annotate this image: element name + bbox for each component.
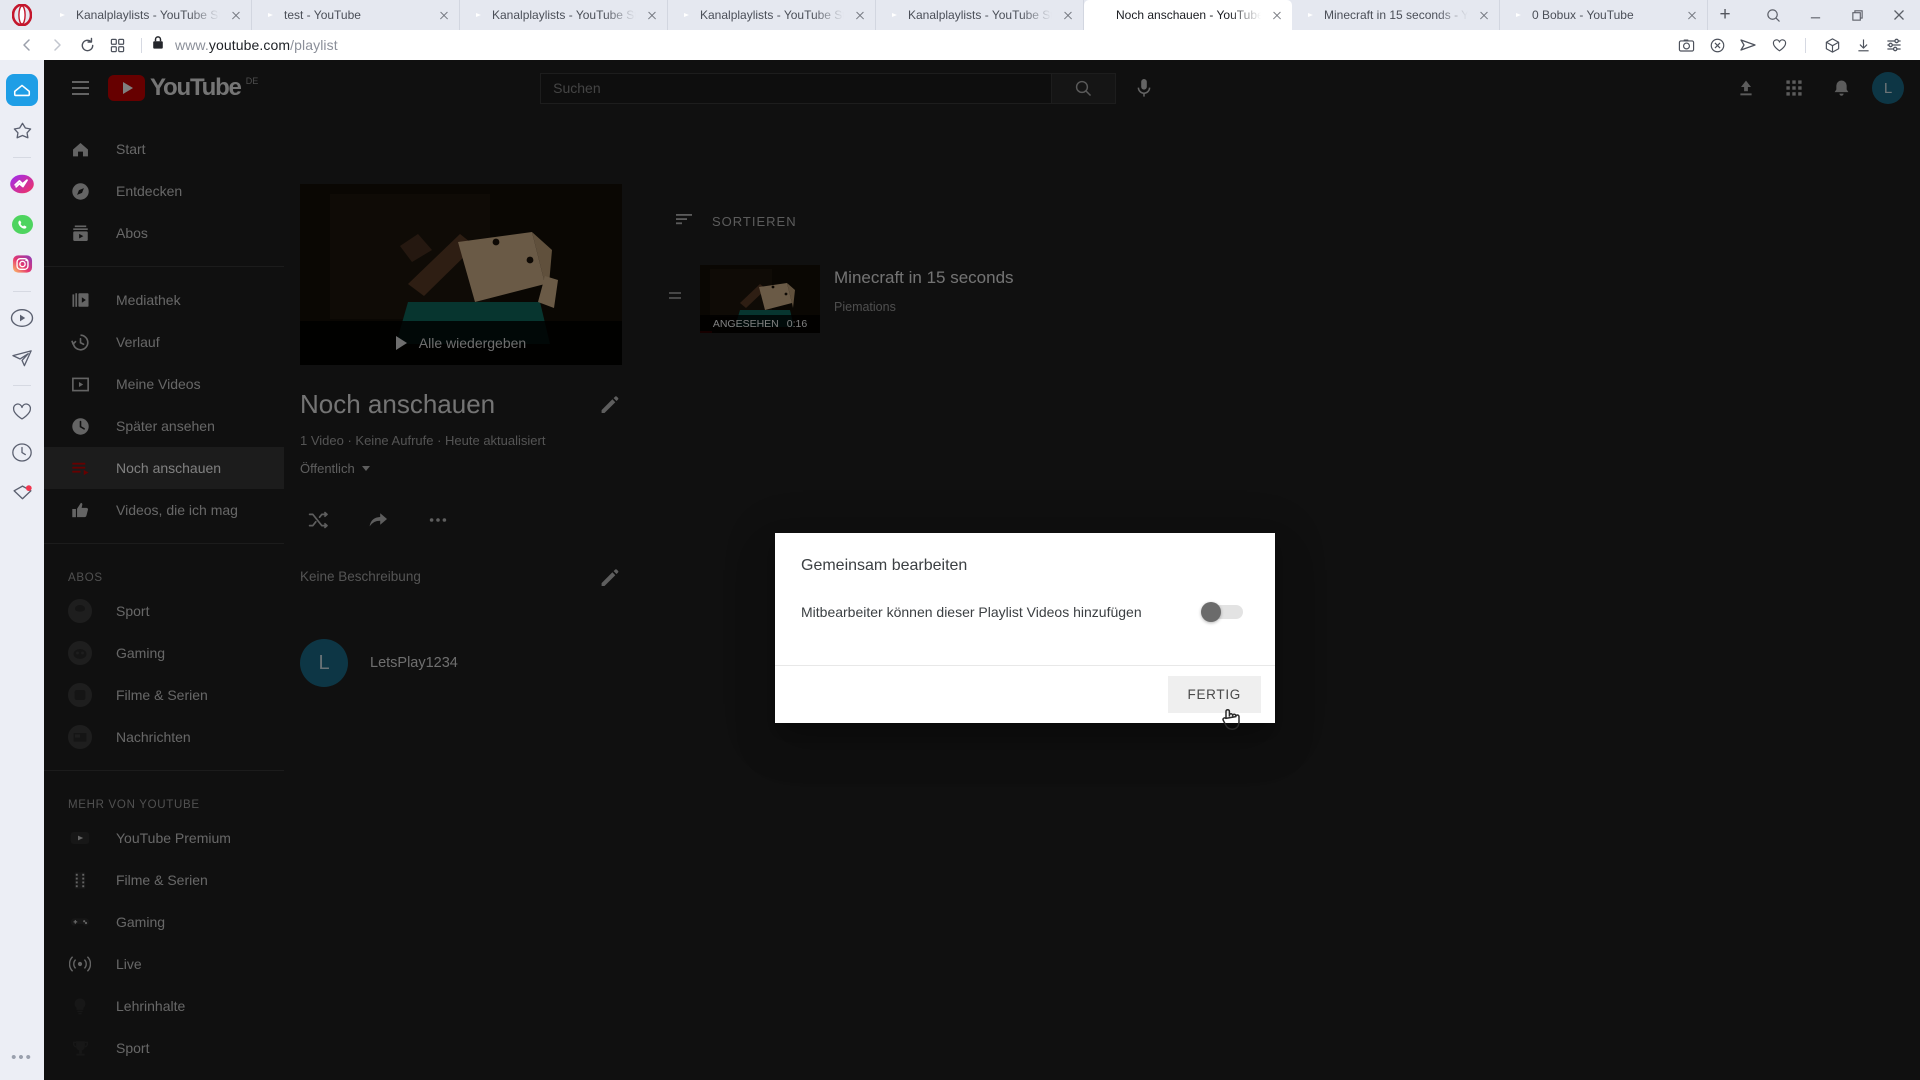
youtube-icon (1303, 8, 1317, 22)
done-button[interactable]: FERTIG (1167, 676, 1261, 713)
url-text: www.youtube.com/playlist (175, 37, 338, 53)
easy-setup-icon[interactable] (1880, 32, 1908, 58)
cube-icon[interactable] (1818, 32, 1846, 58)
browser-tab[interactable]: Kanalplaylists - YouTube St (44, 0, 252, 30)
dialog-footer: FERTIG (775, 665, 1275, 723)
browser-tab[interactable]: Minecraft in 15 seconds - Y (1292, 0, 1500, 30)
opera-logo-icon (0, 0, 44, 30)
search-icon[interactable] (1752, 0, 1794, 30)
toggle-knob (1201, 602, 1221, 622)
reload-icon[interactable] (72, 32, 102, 58)
sidebar-item-home[interactable] (6, 74, 38, 106)
dialog-title: Gemeinsam bearbeiten (801, 557, 968, 574)
browser-tab[interactable]: Kanalplaylists - YouTube St (668, 0, 876, 30)
sidebar-item-favorites[interactable] (6, 114, 38, 146)
maximize-icon[interactable] (1836, 0, 1878, 30)
browser-tab[interactable]: Kanalplaylists - YouTube St (460, 0, 668, 30)
youtube-icon (887, 8, 901, 22)
youtube-icon (471, 8, 485, 22)
sidebar-item-whatsapp[interactable] (6, 208, 38, 240)
tab-title: Kanalplaylists - YouTube St (700, 8, 844, 22)
collaborators-toggle[interactable] (1199, 601, 1249, 623)
browser-tab[interactable]: Kanalplaylists - YouTube St (876, 0, 1084, 30)
lock-icon (151, 35, 165, 55)
address-bar: www.youtube.com/playlist (0, 30, 1920, 60)
close-icon[interactable] (1059, 6, 1077, 24)
divider (1805, 37, 1806, 53)
divider (13, 291, 31, 292)
close-icon[interactable] (1268, 6, 1286, 24)
url-field[interactable]: www.youtube.com/playlist (151, 35, 1672, 55)
new-tab-button[interactable]: + (1708, 0, 1742, 30)
close-icon[interactable] (227, 6, 245, 24)
youtube-icon (263, 8, 277, 22)
toggle-label: Mitbearbeiter können dieser Playlist Vid… (801, 604, 1142, 620)
close-icon[interactable] (1475, 6, 1493, 24)
youtube-icon (55, 8, 69, 22)
ad-block-icon[interactable] (1703, 32, 1731, 58)
mouse-cursor (1219, 705, 1245, 740)
tab-title: Kanalplaylists - YouTube St (492, 8, 636, 22)
more-dots-icon[interactable]: ••• (11, 1049, 33, 1066)
divider (13, 385, 31, 386)
snapshot-icon[interactable] (1672, 32, 1700, 58)
browser-toolbar-icons (1672, 32, 1908, 58)
tab-strip: Kanalplaylists - YouTube St test - YouTu… (0, 0, 1920, 30)
browser-tab-active[interactable]: Noch anschauen - YouTube (1084, 0, 1292, 30)
forward-icon[interactable] (42, 32, 72, 58)
youtube-icon (1095, 8, 1109, 22)
tab-title: Noch anschauen - YouTube (1116, 8, 1261, 22)
window-controls (1752, 0, 1920, 30)
close-icon[interactable] (1683, 6, 1701, 24)
opera-browser-window: Kanalplaylists - YouTube St test - YouTu… (0, 0, 1920, 1080)
divider (13, 157, 31, 158)
back-icon[interactable] (12, 32, 42, 58)
dialog-body: Mitbearbeiter können dieser Playlist Vid… (775, 579, 1275, 665)
download-icon[interactable] (1849, 32, 1877, 58)
send-icon[interactable] (1734, 32, 1762, 58)
close-icon[interactable] (643, 6, 661, 24)
youtube-page: YouTube DE (44, 60, 1920, 1080)
divider (141, 37, 142, 53)
youtube-icon (1511, 8, 1525, 22)
browser-tab[interactable]: 0 Bobux - YouTube (1500, 0, 1708, 30)
close-icon[interactable] (435, 6, 453, 24)
sidebar-item-pinboard[interactable] (6, 476, 38, 508)
sidebar-item-telegram[interactable] (6, 342, 38, 374)
sidebar-item-messenger[interactable] (6, 168, 38, 200)
tab-title: 0 Bobux - YouTube (1532, 8, 1634, 22)
tab-title: test - YouTube (284, 8, 361, 22)
sidebar-item-instagram[interactable] (6, 248, 38, 280)
sidebar-item-player[interactable] (6, 302, 38, 334)
tab-title: Kanalplaylists - YouTube St (76, 8, 220, 22)
minimize-icon[interactable] (1794, 0, 1836, 30)
browser-tab[interactable]: test - YouTube (252, 0, 460, 30)
tab-title: Minecraft in 15 seconds - Y (1324, 8, 1468, 22)
youtube-icon (679, 8, 693, 22)
close-icon[interactable] (1878, 0, 1920, 30)
sidebar-item-heart[interactable] (6, 396, 38, 428)
heart-icon[interactable] (1765, 32, 1793, 58)
opera-sidebar: ••• (0, 60, 44, 1080)
collaborate-dialog: Gemeinsam bearbeiten Mitbearbeiter könne… (775, 533, 1275, 723)
tab-title: Kanalplaylists - YouTube St (908, 8, 1052, 22)
tab-grid-icon[interactable] (102, 32, 132, 58)
close-icon[interactable] (851, 6, 869, 24)
sidebar-item-history[interactable] (6, 436, 38, 468)
